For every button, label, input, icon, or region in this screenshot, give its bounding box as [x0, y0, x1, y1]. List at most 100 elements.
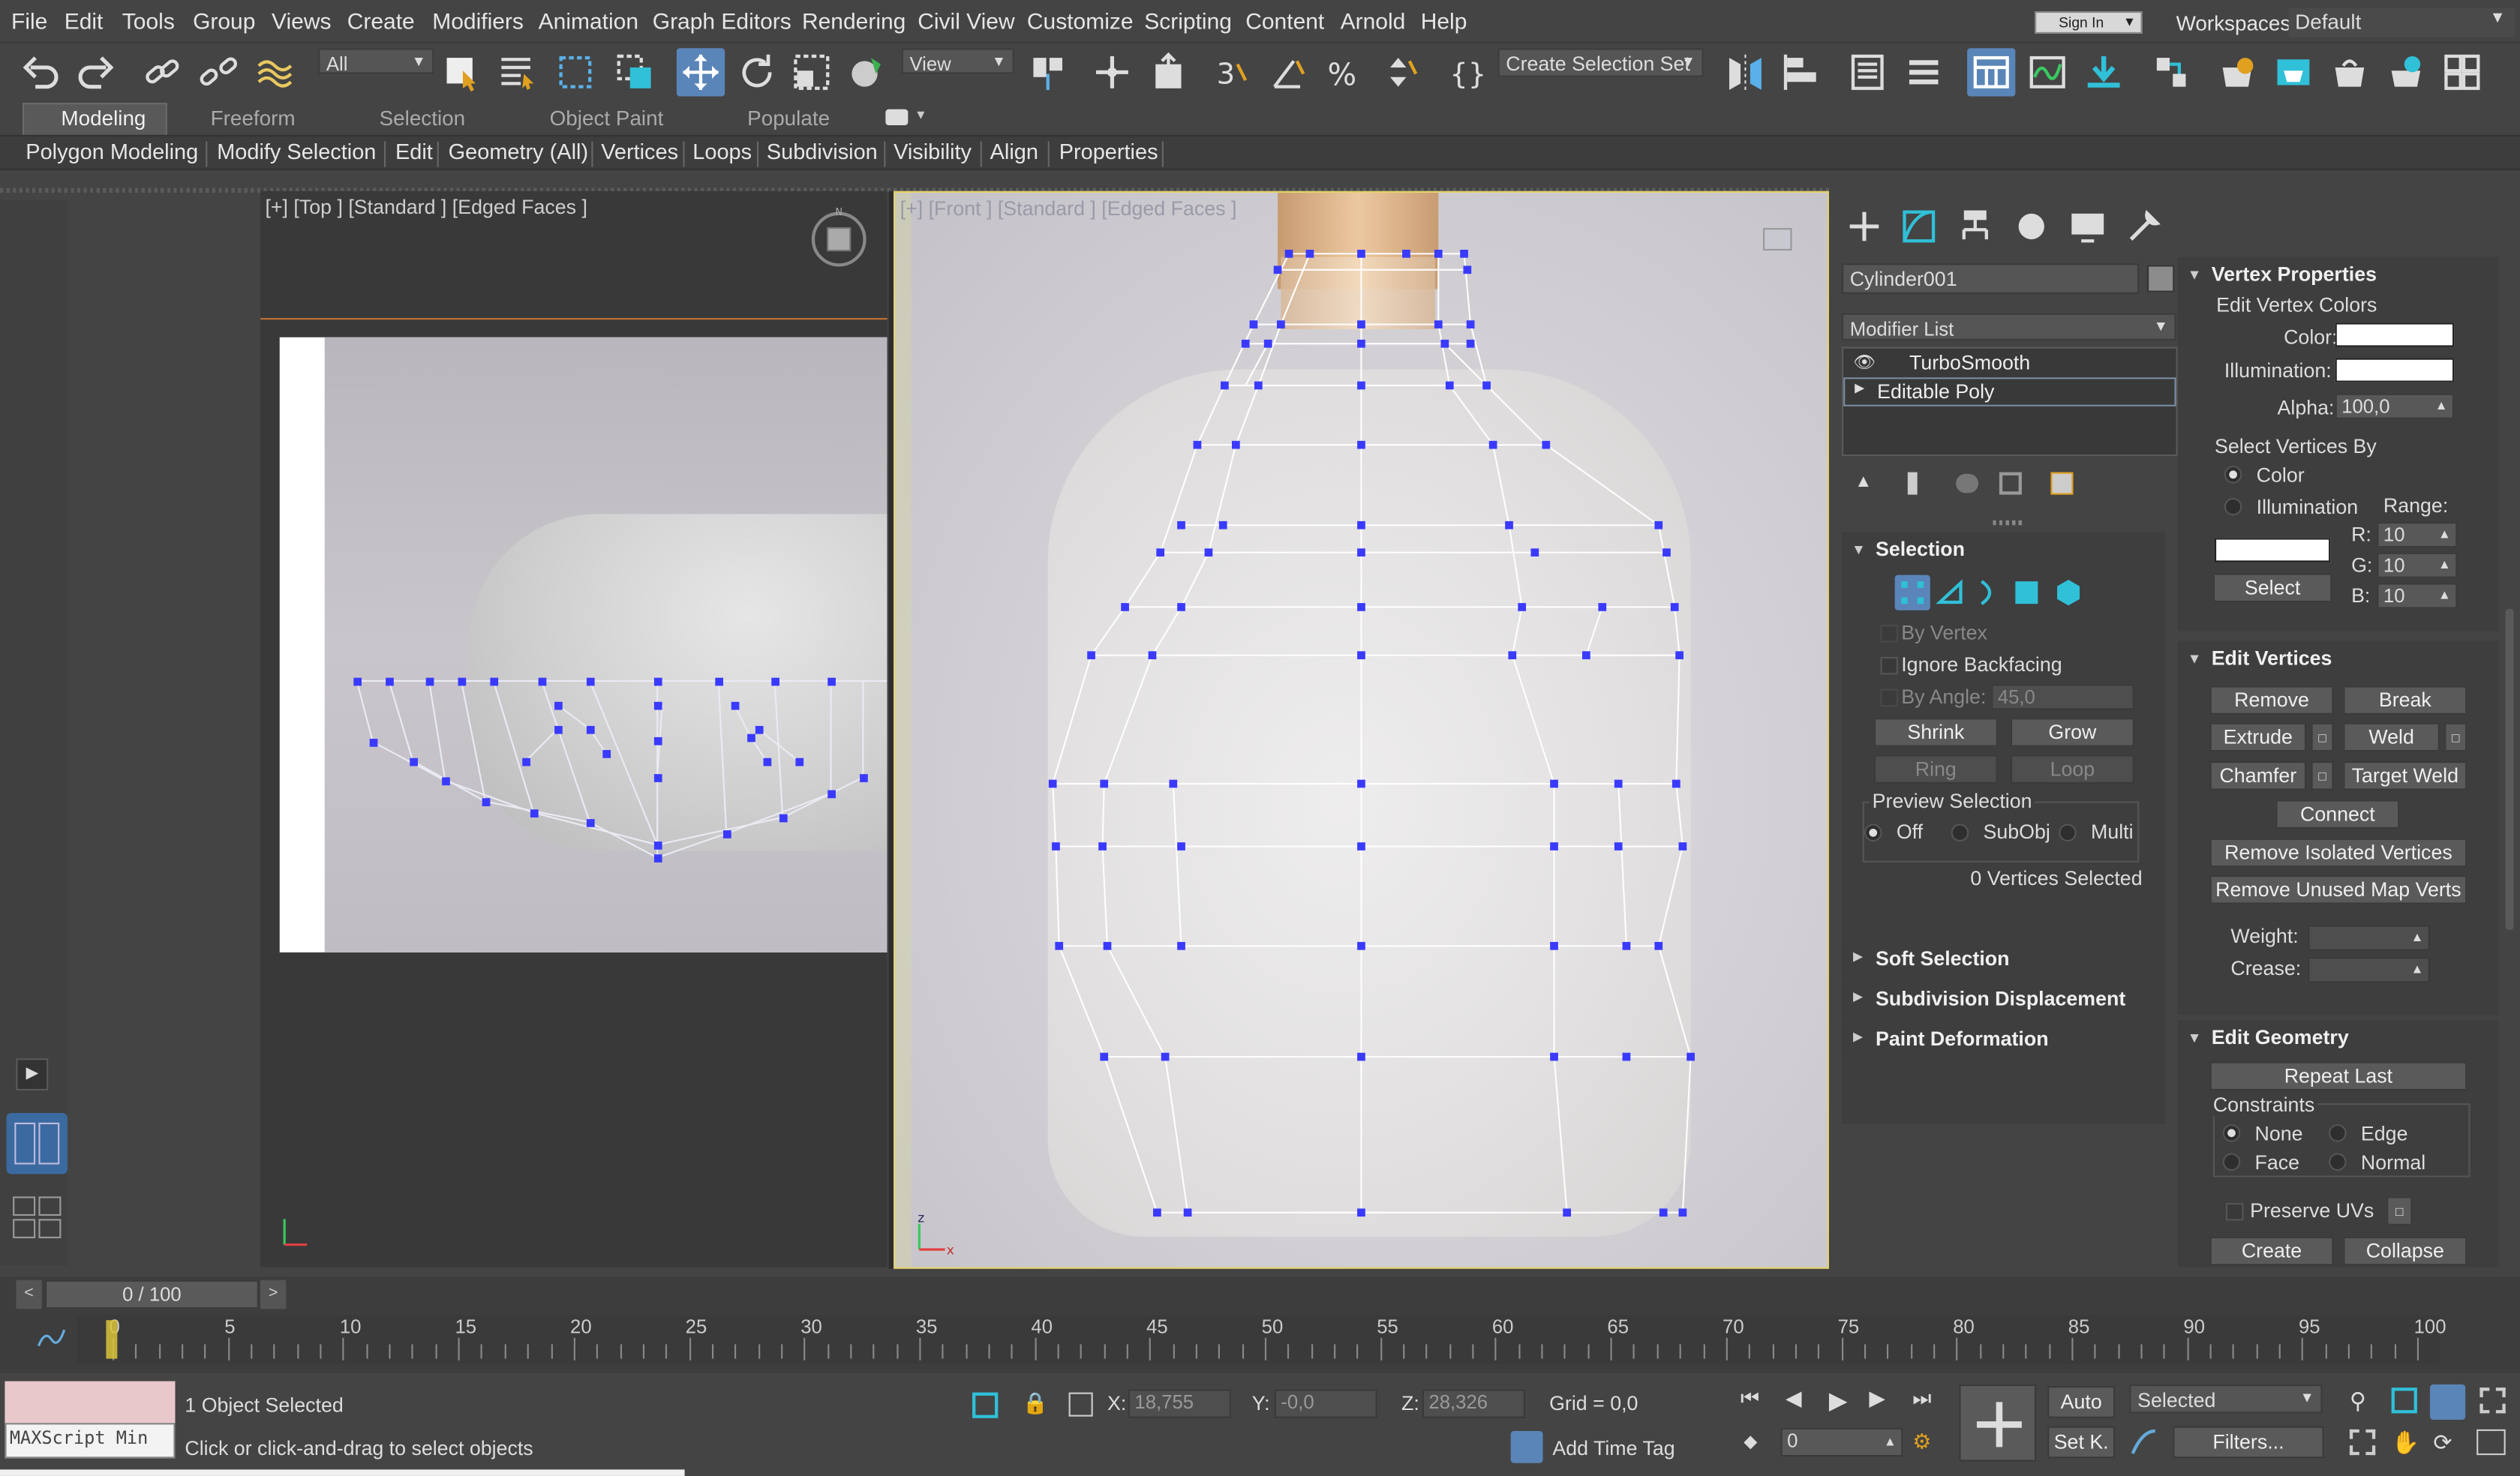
keyboard-shortcut-override-icon[interactable]	[1144, 48, 1192, 96]
chamfer-settings-icon[interactable]: □	[2311, 761, 2334, 790]
vertex-marker[interactable]	[1357, 440, 1365, 449]
menu-civil-view[interactable]: Civil View	[918, 8, 1014, 34]
select-by-name-icon[interactable]	[494, 48, 542, 96]
create-tab-icon[interactable]	[1840, 202, 1888, 250]
menu-content[interactable]: Content	[1245, 8, 1324, 34]
menu-help[interactable]: Help	[1421, 8, 1467, 34]
panel-geometry-all[interactable]: Geometry (All)	[449, 140, 588, 164]
remove-button[interactable]: Remove	[2209, 686, 2334, 715]
mirror-icon[interactable]	[1721, 48, 1769, 96]
bind-space-warp-icon[interactable]	[251, 48, 299, 96]
by-angle-checkbox[interactable]	[1880, 688, 1898, 707]
viewport-front[interactable]: [+] [Front ] [Standard ] [Edged Faces ] …	[894, 190, 1829, 1269]
create-button[interactable]: Create	[2209, 1236, 2334, 1266]
menu-tools[interactable]: Tools	[122, 8, 175, 34]
panel-subdivision[interactable]: Subdivision	[767, 140, 878, 164]
select-object-icon[interactable]	[437, 48, 485, 96]
select-and-move-icon[interactable]	[676, 48, 725, 97]
ribbon-options-icon[interactable]	[885, 109, 909, 126]
time-cursor[interactable]	[106, 1320, 118, 1359]
vertex-marker[interactable]	[1357, 548, 1365, 556]
play-icon[interactable]: ▶	[1829, 1386, 1861, 1418]
key-filters-button[interactable]: Filters...	[2173, 1426, 2324, 1459]
vertex-marker[interactable]	[1052, 842, 1060, 850]
viewport-top[interactable]: [+] [Top ] [Standard ] [Edged Faces ] N	[260, 190, 888, 1268]
vertex-marker[interactable]	[1357, 1208, 1365, 1217]
vertex-marker[interactable]	[1204, 548, 1213, 556]
rectangular-selection-icon[interactable]	[551, 48, 599, 96]
time-tag-icon[interactable]	[1510, 1430, 1543, 1463]
extrude-settings-icon[interactable]: □	[2311, 722, 2334, 752]
vertex-marker[interactable]	[1177, 520, 1185, 530]
workspaces-dropdown[interactable]: Default ▼	[2288, 8, 2515, 38]
expand-layouts-button[interactable]: ▶	[16, 1058, 49, 1091]
vertex-marker[interactable]	[1614, 842, 1623, 850]
viewport-top-label[interactable]: [+] [Top ] [Standard ] [Edged Faces ]	[265, 196, 587, 218]
weld-settings-icon[interactable]: □	[2444, 722, 2467, 752]
command-panel-scrollbar[interactable]	[2505, 608, 2514, 930]
undo-icon[interactable]	[18, 48, 66, 96]
vertex-marker[interactable]	[1530, 548, 1539, 556]
expand-arrow-icon[interactable]: ▶	[1855, 381, 1864, 395]
vertex-marker[interactable]	[1177, 842, 1185, 850]
auto-key-button[interactable]: Auto	[2047, 1386, 2116, 1418]
spinner-snap-icon[interactable]	[1377, 48, 1425, 96]
vertex-marker[interactable]	[1550, 1052, 1558, 1061]
render-in-cloud-icon[interactable]	[2382, 48, 2430, 96]
menu-group[interactable]: Group	[193, 8, 255, 34]
next-frame-icon[interactable]: ▶	[1869, 1386, 1901, 1418]
render-setup-icon[interactable]	[2213, 48, 2261, 96]
maxscript-mini-listener[interactable]: MAXScript Min	[5, 1423, 176, 1459]
y-coordinate-field[interactable]: -0,0	[1274, 1389, 1377, 1418]
field-of-view-icon[interactable]	[2349, 1429, 2376, 1456]
vertex-marker[interactable]	[1177, 603, 1185, 611]
select-by-illumination-radio[interactable]	[2224, 497, 2242, 516]
preview-subobj-radio[interactable]	[1951, 824, 1969, 842]
vertex-marker[interactable]	[1276, 320, 1285, 328]
vertex-marker[interactable]	[1550, 941, 1558, 950]
panel-visibility[interactable]: Visibility	[894, 140, 972, 164]
vertex-marker[interactable]	[1153, 1208, 1161, 1217]
polygon-mode-icon[interactable]	[2015, 581, 2038, 604]
vertex-marker[interactable]	[1098, 842, 1107, 850]
snaps-toggle-icon[interactable]: 3	[1209, 48, 1257, 96]
selection-lock-icon[interactable]: 🔒	[1022, 1390, 1048, 1416]
menu-edit[interactable]: Edit	[65, 8, 104, 34]
goto-end-icon[interactable]: ⏭	[1912, 1386, 1945, 1418]
menu-views[interactable]: Views	[272, 8, 331, 34]
time-slider-prev[interactable]: <	[16, 1280, 42, 1310]
make-unique-icon[interactable]	[1956, 473, 1979, 494]
align-icon[interactable]	[1777, 48, 1825, 96]
vertex-marker[interactable]	[1305, 249, 1314, 258]
panel-modify-selection[interactable]: Modify Selection	[217, 140, 376, 164]
vertex-marker[interactable]	[1273, 266, 1282, 274]
element-mode-icon[interactable]	[2053, 577, 2085, 609]
range-r-spinner[interactable]: 10 ▲	[2377, 521, 2458, 548]
menu-create[interactable]: Create	[347, 8, 415, 34]
orbit-icon[interactable]: ⟳	[2433, 1430, 2458, 1455]
range-b-spinner[interactable]: 10 ▲	[2377, 583, 2458, 609]
vertex-marker[interactable]	[1563, 1208, 1572, 1217]
vertex-marker[interactable]	[1357, 520, 1365, 530]
vertex-marker[interactable]	[1434, 249, 1443, 258]
grow-button[interactable]: Grow	[2010, 718, 2134, 747]
vertex-marker[interactable]	[1598, 603, 1607, 611]
track-bar[interactable]: 0510152025303540455055606570758085909510…	[77, 1315, 2446, 1364]
modifier-stack-item-turbosmooth[interactable]: 👁 TurboSmooth	[1843, 349, 2176, 378]
vertex-marker[interactable]	[1550, 842, 1558, 850]
shrink-button[interactable]: Shrink	[1873, 718, 1998, 747]
vertex-marker[interactable]	[1218, 520, 1227, 530]
tab-selection[interactable]: Selection	[380, 106, 466, 130]
render-gallery-icon[interactable]	[2438, 48, 2486, 96]
time-slider-next[interactable]: >	[260, 1280, 287, 1310]
vertex-marker[interactable]	[1177, 941, 1185, 950]
goto-start-icon[interactable]: ⏮	[1741, 1386, 1773, 1418]
pivot-point-center-icon[interactable]	[1024, 48, 1072, 96]
vertex-marker[interactable]	[1241, 339, 1250, 348]
set-key-button[interactable]: Set K.	[2047, 1426, 2116, 1459]
percent-snap-icon[interactable]: %	[1321, 48, 1369, 96]
time-configuration-icon[interactable]: ⚙	[1912, 1430, 1938, 1455]
vertex-color-swatch[interactable]	[2335, 322, 2455, 347]
vertex-marker[interactable]	[1402, 249, 1410, 258]
panel-properties[interactable]: Properties	[1059, 140, 1158, 164]
